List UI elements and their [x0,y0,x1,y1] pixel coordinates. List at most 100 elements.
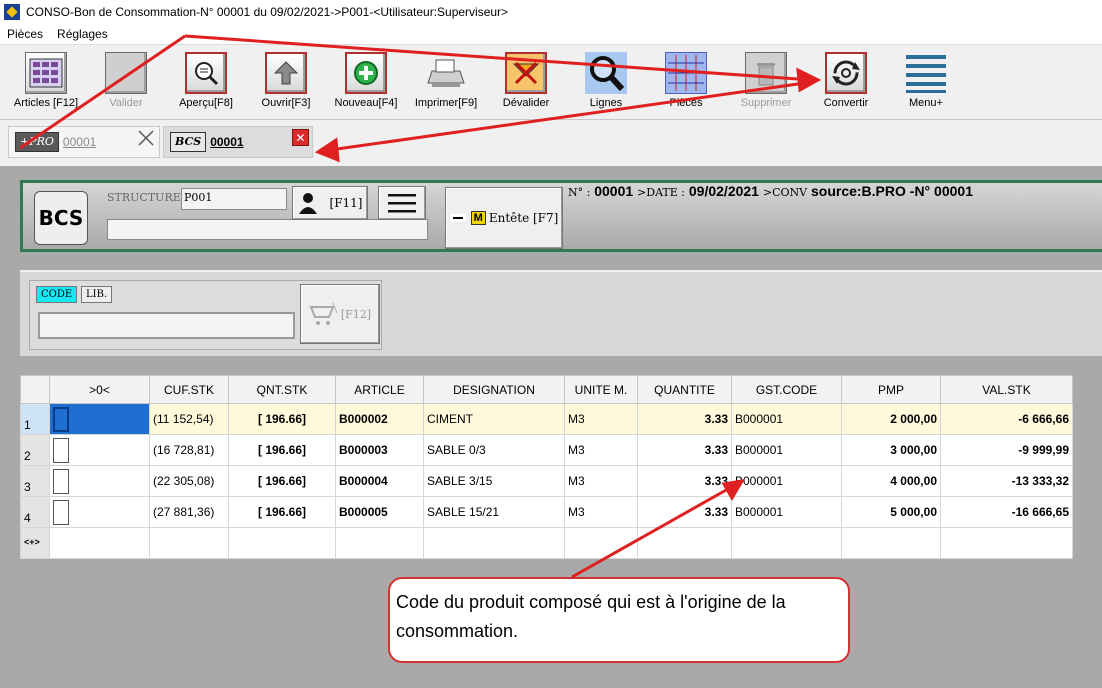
cell-qnt[interactable]: [ 196.66] [228,496,336,528]
close-red-icon[interactable]: ✕ [292,129,309,146]
cell-pmp[interactable]: 3 000,00 [841,434,941,466]
cell-article[interactable]: B000003 [335,434,424,466]
cell-qnt[interactable]: [ 196.66] [228,403,336,435]
supprimer-label: Supprimer [740,97,792,109]
cell-quantite[interactable]: 3.33 [637,465,732,497]
ouvrir-button[interactable]: Ouvrir[F3] [246,49,326,119]
menu-bar: Pièces Réglages [0,24,1102,44]
entete-button[interactable]: M Entête [F7] [445,187,563,249]
imprimer-button[interactable]: Imprimer[F9] [406,49,486,119]
cell-quantite[interactable]: 3.33 [637,403,732,435]
col-header[interactable]: >0< [49,375,150,404]
app-icon [4,4,20,20]
col-header[interactable]: UNITE M. [564,375,638,404]
cell-qnt[interactable]: [ 196.66] [228,465,336,497]
cart-button[interactable]: [F12] [300,284,380,344]
cell-cuf[interactable]: (22 305,08) [149,465,229,497]
cell-gst-code[interactable]: B000001 [731,403,842,435]
cell-unite[interactable]: M3 [564,465,638,497]
col-header[interactable]: PMP [841,375,941,404]
hamburger-button[interactable] [378,186,426,220]
col-header[interactable]: GST.CODE [731,375,842,404]
cell-val-stk[interactable]: -9 999,99 [940,434,1073,466]
empty-cell [228,527,336,559]
valider-label: Valider [109,97,143,109]
structure-field[interactable]: P001 [181,188,287,210]
convertir-button[interactable]: Convertir [806,49,886,119]
cell-qnt[interactable]: [ 196.66] [228,434,336,466]
nouveau-button[interactable]: Nouveau[F4] [326,49,406,119]
cell-cuf[interactable]: (16 728,81) [149,434,229,466]
devalider-button[interactable]: Dévalider [486,49,566,119]
tab-pro-00001[interactable]: +PRO 00001 [8,126,160,158]
search-input[interactable] [38,312,295,339]
cell-article[interactable]: B000002 [335,403,424,435]
row-checkbox-cell[interactable] [49,465,150,497]
user-button[interactable]: [F11] [292,186,368,220]
row-checkbox-cell[interactable] [49,434,150,466]
cell-designation[interactable]: CIMENT [423,403,565,435]
row-checkbox[interactable] [53,406,69,432]
cell-article[interactable]: B000005 [335,496,424,528]
col-header[interactable]: VAL.STK [940,375,1073,404]
cell-designation[interactable]: SABLE 3/15 [423,465,565,497]
apercu-label: Aperçu[F8] [179,97,233,109]
cell-pmp[interactable]: 4 000,00 [841,465,941,497]
menu-pieces[interactable]: Pièces [7,27,43,41]
devalider-label: Dévalider [502,97,550,109]
pieces-button[interactable]: Pièces [646,49,726,119]
menu-plus-button[interactable]: Menu+ [886,49,966,119]
cell-pmp[interactable]: 2 000,00 [841,403,941,435]
cell-quantite[interactable]: 3.33 [637,434,732,466]
table-row[interactable]: 1 (11 152,54) [ 196.66] B000002 CIMENT M… [20,403,1073,435]
lib-toggle[interactable]: LIB. [81,286,113,303]
col-header[interactable]: CUF.STK [149,375,229,404]
apercu-button[interactable]: Aperçu[F8] [166,49,246,119]
cell-val-stk[interactable]: -13 333,32 [940,465,1073,497]
lignes-button[interactable]: Lignes [566,49,646,119]
cell-val-stk[interactable]: -6 666,66 [940,403,1073,435]
row-checkbox[interactable] [53,468,69,494]
code-toggle[interactable]: CODE [36,286,78,303]
col-header[interactable]: DESIGNATION [423,375,565,404]
table-row[interactable]: 3 (22 305,08) [ 196.66] B000004 SABLE 3/… [20,465,1073,497]
col-header[interactable]: QNT.STK [228,375,336,404]
tab-bcs-00001[interactable]: BCS 00001 ✕ [163,126,313,158]
add-row-marker[interactable]: <+> [20,527,50,559]
col-header[interactable]: QUANTITE [637,375,732,404]
cell-unite[interactable]: M3 [564,434,638,466]
articles-grid-icon [25,52,67,94]
cart-icon [309,302,338,325]
menu-reglages[interactable]: Réglages [57,27,108,41]
cell-gst-code[interactable]: B000001 [731,496,842,528]
window-title: CONSO-Bon de Consommation-N° 00001 du 09… [26,5,509,19]
row-number: 4 [20,496,50,528]
valider-button[interactable]: Valider [86,49,166,119]
supprimer-button[interactable]: Supprimer [726,49,806,119]
table-row[interactable]: 2 (16 728,81) [ 196.66] B000003 SABLE 0/… [20,434,1073,466]
cell-gst-code[interactable]: B000001 [731,434,842,466]
cell-cuf[interactable]: (11 152,54) [149,403,229,435]
title-bar: CONSO-Bon de Consommation-N° 00001 du 09… [0,0,1102,24]
articles-label: Articles [F12] [13,97,79,109]
cell-designation[interactable]: SABLE 0/3 [423,434,565,466]
row-checkbox-cell[interactable] [49,403,150,435]
cell-article[interactable]: B000004 [335,465,424,497]
row-checkbox[interactable] [53,437,69,463]
cell-unite[interactable]: M3 [564,403,638,435]
row-checkbox[interactable] [53,499,69,525]
cell-pmp[interactable]: 5 000,00 [841,496,941,528]
table-row[interactable]: 4 (27 881,36) [ 196.66] B000005 SABLE 15… [20,496,1073,528]
cell-unite[interactable]: M3 [564,496,638,528]
row-checkbox-cell[interactable] [49,496,150,528]
close-icon[interactable] [137,129,155,147]
cell-designation[interactable]: SABLE 15/21 [423,496,565,528]
cell-val-stk[interactable]: -16 666,65 [940,496,1073,528]
structure-name-field[interactable] [107,219,428,240]
articles-button[interactable]: Articles [F12] [6,49,86,119]
pieces-label: Pièces [669,97,703,109]
cell-gst-code[interactable]: B000001 [731,465,842,497]
cell-quantite[interactable]: 3.33 [637,496,732,528]
cell-cuf[interactable]: (27 881,36) [149,496,229,528]
col-header[interactable]: ARTICLE [335,375,424,404]
